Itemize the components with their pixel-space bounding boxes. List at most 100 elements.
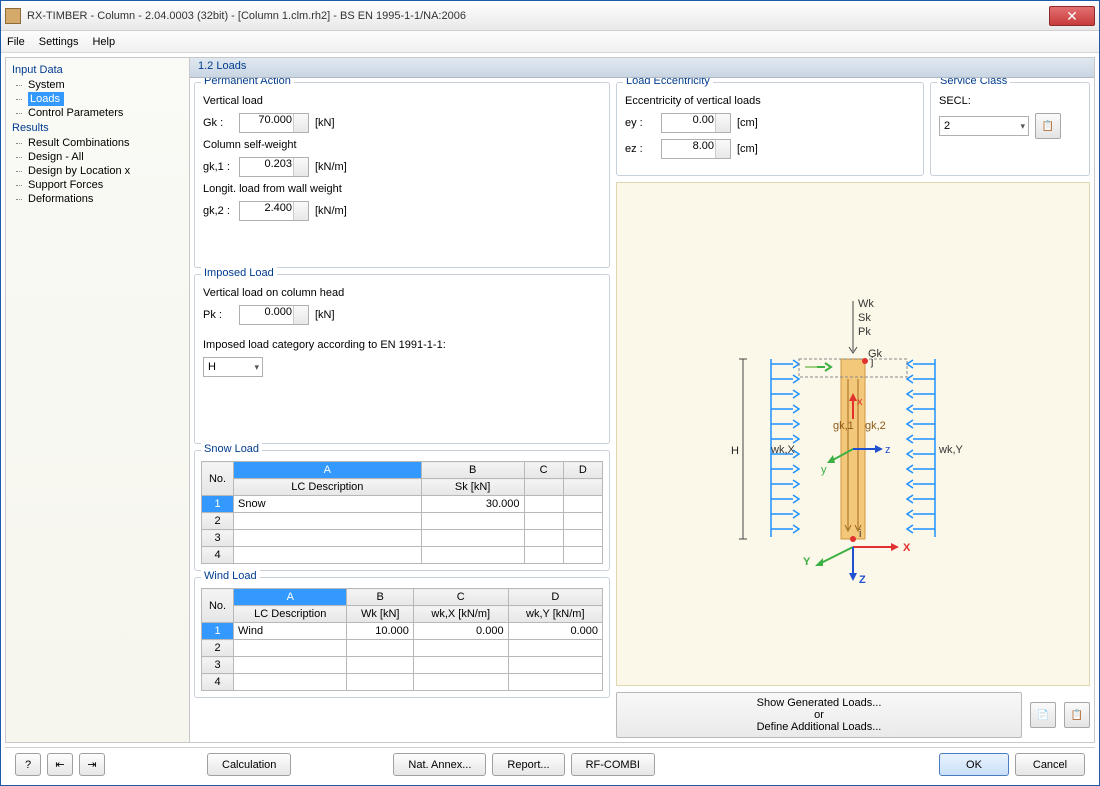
service-class-group: Service Class SECL: 2 📋	[930, 82, 1090, 176]
generated-loads-box: Show Generated Loads... or Define Additi…	[616, 692, 1022, 738]
app-icon	[5, 8, 21, 24]
snow-col-sk: Sk [kN]	[421, 479, 524, 496]
report-button[interactable]: Report...	[492, 753, 564, 776]
g2-symbol: gk,2 :	[203, 205, 233, 217]
help-button[interactable]: ?	[15, 753, 41, 776]
vload-label: Vertical load	[203, 95, 383, 107]
content: Input Data System Loads Control Paramete…	[5, 57, 1095, 743]
tree-item-support[interactable]: Support Forces	[6, 178, 189, 192]
next-button[interactable]: ⇥	[79, 753, 105, 776]
category-select[interactable]: H	[203, 357, 263, 377]
g2-input[interactable]: 2.400	[239, 201, 309, 221]
imposed-title: Imposed Load	[201, 267, 277, 279]
snow-col-b[interactable]: B	[421, 462, 524, 479]
ey-input[interactable]: 0.00	[661, 113, 731, 133]
wind-table[interactable]: No. A B C D LC Description Wk [kN] wk,X …	[201, 588, 603, 691]
wind-col-desc: LC Description	[234, 606, 347, 623]
secl-label: SECL:	[939, 95, 971, 107]
main-panel: 1.2 Loads Permanent Action Vertical load…	[190, 58, 1094, 742]
snow-title: Snow Load	[201, 443, 262, 455]
snow-col-c[interactable]: C	[524, 462, 563, 479]
gk-unit: [kN]	[315, 117, 355, 129]
svg-text:X: X	[903, 542, 911, 554]
footer: ? ⇤ ⇥ Calculation Nat. Annex... Report..…	[5, 747, 1095, 781]
vhead-label: Vertical load on column head	[203, 287, 383, 299]
calculation-button[interactable]: Calculation	[207, 753, 291, 776]
wind-load-group: Wind Load No. A B C D LC Description	[194, 577, 610, 698]
svg-text:y: y	[821, 464, 827, 476]
g1-input[interactable]: 0.203	[239, 157, 309, 177]
svc-title: Service Class	[937, 78, 1010, 87]
secl-select[interactable]: 2	[939, 116, 1029, 136]
menu-settings[interactable]: Settings	[39, 36, 79, 48]
tree-group-input: Input Data	[6, 62, 189, 78]
g1-unit: [kN/m]	[315, 161, 355, 173]
csw-label: Column self-weight	[203, 139, 383, 151]
svg-text:gk,2: gk,2	[865, 420, 886, 432]
wind-col-c[interactable]: C	[413, 589, 508, 606]
show-generated-button[interactable]: Show Generated Loads...	[621, 697, 1017, 709]
nat-annex-button[interactable]: Nat. Annex...	[393, 753, 486, 776]
svg-text:z: z	[885, 444, 891, 456]
pk-symbol: Pk :	[203, 309, 233, 321]
svg-text:wk,X: wk,X	[770, 444, 796, 456]
snow-col-desc: LC Description	[234, 479, 422, 496]
menu-file[interactable]: File	[7, 36, 25, 48]
g1-symbol: gk,1 :	[203, 161, 233, 173]
ecc-title: Load Eccentricity	[623, 78, 713, 87]
snow-table[interactable]: No. A B C D LC Description Sk [kN]	[201, 461, 603, 564]
page-title: 1.2 Loads	[190, 58, 1094, 78]
ok-button[interactable]: OK	[939, 753, 1009, 776]
tree-item-design-all[interactable]: Design - All	[6, 150, 189, 164]
tree-item-system[interactable]: System	[6, 78, 189, 92]
wind-col-a[interactable]: A	[234, 589, 347, 606]
svg-text:Pk: Pk	[858, 326, 871, 338]
svg-text:H: H	[731, 445, 739, 457]
tree-item-result-comb[interactable]: Result Combinations	[6, 136, 189, 150]
wind-col-wky: wk,Y [kN/m]	[508, 606, 602, 623]
pk-unit: [kN]	[315, 309, 355, 321]
or-label: or	[621, 709, 1017, 721]
ey-unit: [cm]	[737, 117, 777, 129]
secl-info-button[interactable]: 📋	[1035, 113, 1061, 139]
gk-input[interactable]: 70.000	[239, 113, 309, 133]
snow-col-a[interactable]: A	[234, 462, 422, 479]
cancel-button[interactable]: Cancel	[1015, 753, 1085, 776]
tree-group-results: Results	[6, 120, 189, 136]
diagram-svg: H	[693, 279, 1013, 589]
tree-item-deform[interactable]: Deformations	[6, 192, 189, 206]
svg-text:x: x	[857, 396, 863, 408]
titlebar: RX-TIMBER - Column - 2.04.0003 (32bit) -…	[1, 1, 1099, 31]
column-diagram: H	[616, 182, 1090, 686]
prev-button[interactable]: ⇤	[47, 753, 73, 776]
svg-text:gk,1: gk,1	[833, 420, 854, 432]
g2-unit: [kN/m]	[315, 205, 355, 217]
wind-col-wk: Wk [kN]	[347, 606, 413, 623]
cat-label: Imposed load category according to EN 19…	[203, 339, 446, 351]
tree-item-loads[interactable]: Loads	[28, 92, 64, 106]
svg-text:j: j	[870, 356, 873, 368]
svg-text:wk,Y: wk,Y	[938, 444, 964, 456]
svg-text:Y: Y	[803, 556, 811, 568]
close-button[interactable]: ✕	[1049, 6, 1095, 26]
menu-help[interactable]: Help	[92, 36, 115, 48]
ez-unit: [cm]	[737, 143, 777, 155]
svg-text:i: i	[859, 528, 861, 540]
permanent-title: Permanent Action	[201, 78, 294, 87]
snow-col-d[interactable]: D	[563, 462, 602, 479]
svg-text:Z: Z	[859, 574, 866, 586]
tree-item-control[interactable]: Control Parameters	[6, 106, 189, 120]
tree-item-design-loc[interactable]: Design by Location x	[6, 164, 189, 178]
paste-button[interactable]: 📋	[1064, 702, 1090, 728]
rfcombi-button[interactable]: RF-COMBI	[571, 753, 655, 776]
wind-col-d[interactable]: D	[508, 589, 602, 606]
pk-input[interactable]: 0.000	[239, 305, 309, 325]
define-additional-button[interactable]: Define Additional Loads...	[621, 721, 1017, 733]
menubar: File Settings Help	[1, 31, 1099, 53]
copy-button[interactable]: 📄	[1030, 702, 1056, 728]
ez-input[interactable]: 8.00	[661, 139, 731, 159]
svg-text:Wk: Wk	[858, 298, 874, 310]
permanent-action-group: Permanent Action Vertical load Gk : 70.0…	[194, 82, 610, 268]
lwall-label: Longit. load from wall weight	[203, 183, 383, 195]
wind-col-b[interactable]: B	[347, 589, 413, 606]
